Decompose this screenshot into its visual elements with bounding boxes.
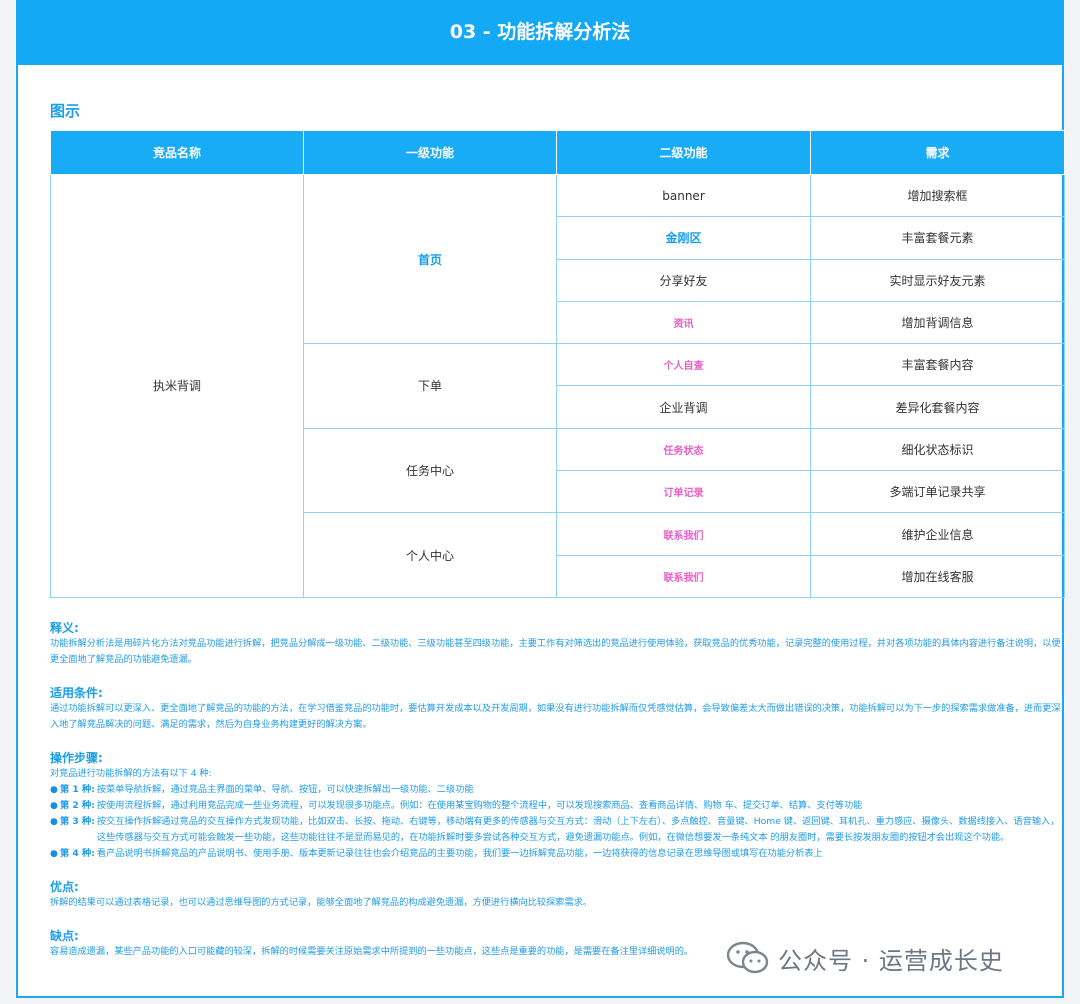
definition-text: 功能拆解分析法是用碎片化方法对竞品功能进行拆解，把竞品分解成一级功能、二级功能、… — [50, 638, 1061, 665]
col-header-level1: 一级功能 — [303, 130, 557, 175]
need-cell: 增加搜索框 — [810, 173, 1065, 218]
step-item: ● 第 1 种: 按菜单导航拆解，通过竞品主界面的菜单、导航、按钮，可以快速拆解… — [50, 782, 1062, 798]
level1-cell-tasks: 任务中心 — [303, 427, 557, 514]
feature-table: 竞品名称 一级功能 二级功能 需求 执米背调 首页 banner 增加搜索框 金… — [50, 130, 1065, 598]
col-header-product: 竞品名称 — [50, 130, 304, 175]
need-cell: 增加背调信息 — [810, 300, 1065, 345]
step-text: 看产品说明书拆解竞品的产品说明书、使用手册、版本更新记录往往也会介绍竞品的主要功… — [96, 848, 823, 859]
level1-cell-order: 下单 — [303, 343, 557, 429]
need-cell: 细化状态标识 — [810, 427, 1065, 472]
section-label: 图示 — [50, 102, 81, 120]
step-text: 按使用流程拆解，通过利用竞品完成一些业务流程，可以发现很多功能点。例如：在使用某… — [96, 800, 863, 811]
level2-cell: 联系我们 — [556, 512, 811, 556]
steps-intro: 对竞品进行功能拆解的方法有以下 4 种: — [50, 768, 212, 779]
step-lead: 第 4 种: — [60, 848, 95, 859]
step-item: ● 第 4 种: 看产品说明书拆解竞品的产品说明书、使用手册、版本更新记录往往也… — [50, 846, 1062, 862]
step-text: 按交互操作拆解通过竞品的交互操作方式发现功能，比如双击、长按、拖动、右键等，移动… — [96, 816, 1060, 843]
step-lead: 第 1 种: — [60, 784, 95, 795]
step-text: 按菜单导航拆解，通过竞品主界面的菜单、导航、按钮，可以快速拆解出一级功能、二级功… — [96, 784, 474, 795]
conditions-title: 适用条件: — [50, 686, 103, 700]
level2-cell: 资讯 — [556, 300, 811, 345]
watermark-text: 公众号 · 运营成长史 — [778, 946, 1004, 975]
col-header-need: 需求 — [810, 130, 1065, 175]
level2-cell: 金刚区 — [556, 216, 811, 260]
level2-cell: 联系我们 — [556, 554, 811, 598]
product-name-cell: 执米背调 — [50, 174, 304, 598]
page-title: 03 - 功能拆解分析法 — [16, 0, 1064, 65]
need-cell: 实时显示好友元素 — [810, 258, 1065, 302]
table-row: 执米背调 首页 banner 增加搜索框 — [50, 173, 1065, 598]
watermark: 公众号 · 运营成长史 — [726, 940, 1004, 976]
need-cell: 差异化套餐内容 — [810, 385, 1065, 429]
need-cell: 增加在线客服 — [810, 554, 1065, 598]
bullet-dot-icon: ● — [50, 849, 58, 859]
need-cell: 多端订单记录共享 — [810, 470, 1065, 514]
wechat-icon — [726, 940, 770, 976]
step-item: ● 第 2 种: 按使用流程拆解，通过利用竞品完成一些业务流程，可以发现很多功能… — [50, 798, 1062, 814]
step-lead: 第 3 种: — [60, 816, 95, 827]
level2-cell: 分享好友 — [556, 258, 811, 302]
bullet-dot-icon: ● — [50, 801, 58, 811]
pros-text: 拆解的结果可以通过表格记录，也可以通过思维导图的方式记录，能够全面地了解竞品的构… — [50, 897, 593, 908]
document-sheet: 03 - 功能拆解分析法 图示 竞品名称 一级功能 二级功能 需求 执米背调 首… — [16, 0, 1065, 998]
level1-cell-home: 首页 — [303, 173, 557, 345]
definition-title: 释义: — [50, 621, 79, 635]
step-item: ● 第 3 种: 按交互操作拆解通过竞品的交互操作方式发现功能，比如双击、长按、… — [50, 814, 1062, 846]
conditions-text: 通过功能拆解可以更深入、更全面地了解竞品的功能的方法，在学习借鉴竞品的功能时，要… — [50, 703, 1061, 730]
pros-title: 优点: — [50, 880, 79, 894]
level2-cell: 任务状态 — [556, 427, 811, 472]
col-header-level2: 二级功能 — [556, 130, 811, 175]
bullet-dot-icon: ● — [50, 817, 58, 827]
level2-cell: 个人自查 — [556, 343, 811, 387]
need-cell: 维护企业信息 — [810, 512, 1065, 556]
level1-cell-profile: 个人中心 — [303, 512, 557, 598]
need-cell: 丰富套餐元素 — [810, 216, 1065, 260]
bullet-dot-icon: ● — [50, 785, 58, 795]
level2-cell: 企业背调 — [556, 385, 811, 429]
notes-section: 释义: 功能拆解分析法是用碎片化方法对竞品功能进行拆解，把竞品分解成一级功能、二… — [50, 619, 1062, 960]
table-header-row: 竞品名称 一级功能 二级功能 需求 — [50, 130, 1065, 175]
level2-cell: banner — [556, 173, 811, 218]
need-cell: 丰富套餐内容 — [810, 343, 1065, 387]
step-lead: 第 2 种: — [60, 800, 95, 811]
level2-cell: 订单记录 — [556, 470, 811, 514]
steps-title: 操作步骤: — [50, 751, 103, 765]
